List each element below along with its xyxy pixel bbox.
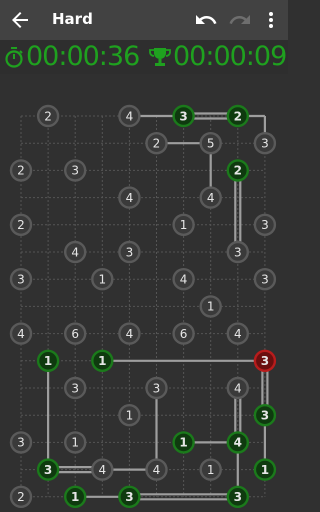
island-number: 3	[234, 490, 242, 504]
island-number: 4	[126, 327, 134, 341]
island-number: 3	[261, 409, 269, 423]
island-number: 4	[126, 109, 134, 123]
island-number: 2	[234, 164, 242, 178]
island-number: 4	[207, 191, 215, 205]
island-number: 4	[153, 463, 161, 477]
island-number: 3	[126, 245, 134, 259]
arrow-back-icon[interactable]	[8, 8, 32, 32]
redo-icon[interactable]	[228, 8, 252, 32]
island-number: 4	[180, 273, 188, 287]
island-number: 1	[261, 463, 269, 477]
island-number: 4	[234, 381, 242, 395]
island-number: 3	[17, 273, 25, 287]
island-number: 3	[17, 436, 25, 450]
island-number: 1	[71, 490, 79, 504]
more-vert-icon[interactable]	[262, 8, 280, 32]
island-number: 3	[179, 109, 187, 123]
island-number: 3	[261, 354, 269, 368]
island-number: 1	[71, 436, 79, 450]
island-number: 4	[126, 191, 134, 205]
island-number: 4	[98, 463, 106, 477]
puzzle-board[interactable]: 2 4 3 2 2 5 3 2 3 2 4 4 2 1 3 4 3 3 3 1 4 3 1 4 6 4 6 4 1 1 3 3 3 4 1 3 3 1 1 4…	[0, 76, 288, 512]
island-number: 3	[261, 273, 269, 287]
island-number: 4	[17, 327, 25, 341]
island-number: 6	[71, 327, 79, 341]
island-number: 5	[207, 137, 215, 151]
island-number: 2	[17, 164, 25, 178]
island-number: 2	[153, 137, 161, 151]
island-number: 3	[125, 490, 133, 504]
page-title: Hard	[52, 10, 93, 28]
undo-icon[interactable]	[194, 8, 218, 32]
best-time: 00:00:09	[173, 41, 287, 72]
island-number: 1	[179, 436, 187, 450]
island-number: 2	[234, 109, 242, 123]
island-number: 3	[71, 164, 79, 178]
stopwatch-icon	[5, 47, 23, 68]
island-number: 3	[234, 245, 242, 259]
app-bar: Hard	[0, 0, 288, 40]
island-number: 3	[261, 218, 269, 232]
island-number: 1	[98, 354, 106, 368]
island-number: 1	[207, 300, 215, 314]
island-number: 2	[17, 218, 25, 232]
island-number: 3	[261, 137, 269, 151]
island-number: 1	[180, 218, 188, 232]
elapsed-timer: 00:00:36	[26, 41, 140, 72]
island-number: 1	[98, 273, 106, 287]
island-number: 1	[126, 409, 134, 423]
island-number: 1	[44, 354, 52, 368]
island-number: 4	[234, 327, 242, 341]
island-number: 6	[180, 327, 188, 341]
island-number: 3	[44, 463, 52, 477]
island-number: 4	[71, 245, 79, 259]
timer-bar: 00:00:36 00:00:09	[0, 40, 288, 74]
trophy-icon	[149, 48, 171, 66]
island-number: 2	[17, 490, 25, 504]
island-number: 1	[207, 463, 215, 477]
island-number: 3	[71, 381, 79, 395]
island-number: 4	[234, 436, 242, 450]
island-number: 2	[44, 109, 52, 123]
island-number: 3	[153, 381, 161, 395]
